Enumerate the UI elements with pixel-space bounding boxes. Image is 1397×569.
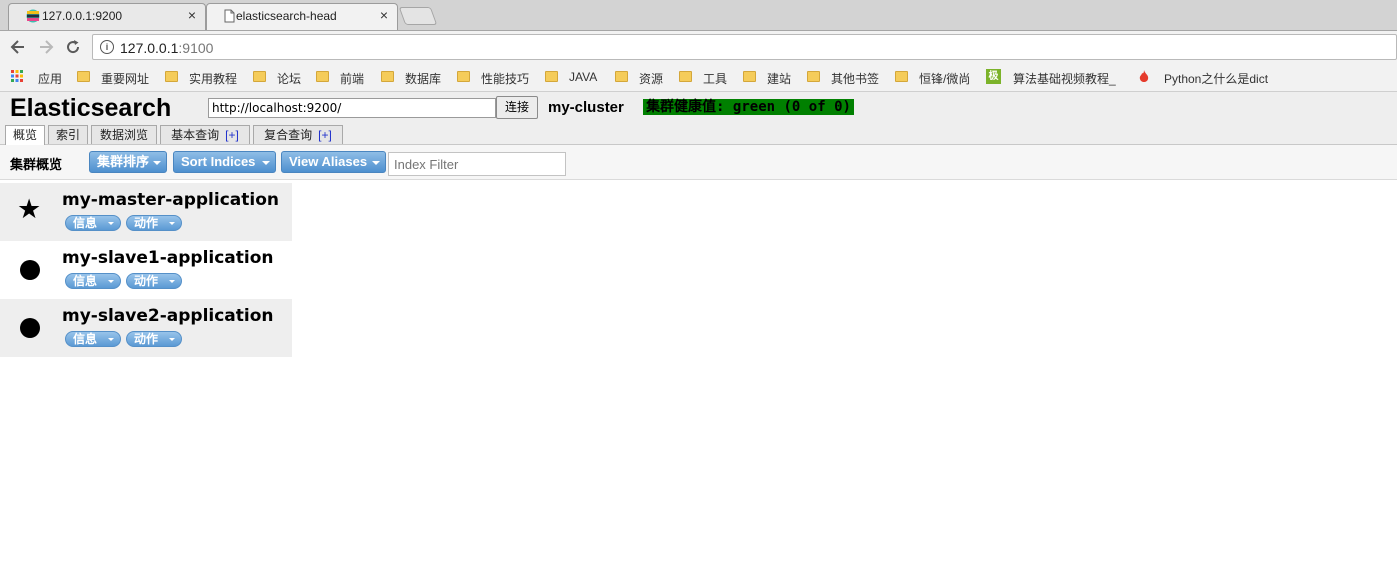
overview-toolbar: 集群概览 集群排序 Sort Indices View Aliases (0, 145, 1397, 180)
browser-tab-title: elasticsearch-head (236, 9, 337, 23)
view-aliases-button[interactable]: View Aliases (281, 151, 386, 173)
tab-browser[interactable]: 数据浏览 (91, 125, 157, 144)
folder-icon (253, 71, 266, 82)
connect-button[interactable]: 连接 (496, 96, 538, 119)
cluster-sort-button[interactable]: 集群排序 (89, 151, 167, 173)
close-icon[interactable]: × (188, 7, 196, 23)
node-name: my-master-application (62, 190, 279, 210)
sort-indices-button[interactable]: Sort Indices (173, 151, 276, 173)
es-head-header: Elasticsearch 连接 my-cluster 集群健康值: green… (0, 92, 1397, 145)
app-title: Elasticsearch (10, 94, 172, 122)
folder-icon (77, 71, 90, 82)
node-info-button[interactable]: 信息 (65, 215, 121, 231)
folder-icon (679, 71, 692, 82)
cluster-name: my-cluster (548, 99, 624, 116)
overview-title: 集群概览 (10, 157, 63, 172)
node-row: my-slave1-application 信息 动作 (0, 241, 292, 299)
flame-icon (1139, 70, 1149, 82)
node-action-button[interactable]: 动作 (126, 273, 182, 289)
document-icon (224, 9, 235, 23)
folder-icon (165, 71, 178, 82)
folder-icon (615, 71, 628, 82)
address-text: 127.0.0.1:9100 (120, 40, 214, 56)
browser-tab-es9200[interactable]: 127.0.0.1:9200 × (8, 3, 206, 30)
address-bar[interactable]: i 127.0.0.1:9100 (92, 34, 1397, 60)
node-row: ★ my-master-application 信息 动作 (0, 183, 292, 241)
caret-down-icon (169, 280, 175, 283)
browser-toolbar: i 127.0.0.1:9100 (0, 31, 1397, 63)
tab-indices[interactable]: 索引 (48, 125, 88, 144)
caret-down-icon (372, 161, 380, 165)
node-name: my-slave2-application (62, 306, 274, 326)
apps-grid-icon[interactable] (11, 70, 23, 82)
folder-icon (457, 71, 470, 82)
folder-icon (743, 71, 756, 82)
tab-compound-query[interactable]: 复合查询 [+] (253, 125, 343, 144)
caret-down-icon (108, 338, 114, 341)
tab-overview[interactable]: 概览 (5, 125, 45, 145)
node-name: my-slave1-application (62, 248, 274, 268)
tab-basic-query[interactable]: 基本查询 [+] (160, 125, 250, 144)
folder-icon (316, 71, 329, 82)
index-filter-input[interactable] (388, 152, 566, 176)
caret-down-icon (169, 222, 175, 225)
forward-arrow-icon[interactable] (36, 37, 56, 57)
info-icon[interactable]: i (100, 40, 114, 54)
browser-tab-strip: 127.0.0.1:9200 × elasticsearch-head × (0, 0, 1397, 31)
node-row: my-slave2-application 信息 动作 (0, 299, 292, 357)
reload-icon[interactable] (63, 37, 83, 57)
browser-tab-title: 127.0.0.1:9200 (42, 9, 123, 23)
folder-icon (807, 71, 820, 82)
close-icon[interactable]: × (380, 7, 388, 23)
caret-down-icon (108, 222, 114, 225)
node-action-button[interactable]: 动作 (126, 215, 182, 231)
dot-icon (20, 260, 40, 280)
back-arrow-icon[interactable] (8, 37, 28, 57)
folder-icon (545, 71, 558, 82)
node-info-button[interactable]: 信息 (65, 331, 121, 347)
folder-icon (895, 71, 908, 82)
elastic-logo-icon (26, 9, 40, 23)
star-icon: ★ (17, 194, 42, 224)
new-tab-button[interactable] (398, 7, 438, 25)
caret-down-icon (169, 338, 175, 341)
folder-icon (381, 71, 394, 82)
dot-icon (20, 318, 40, 338)
node-info-button[interactable]: 信息 (65, 273, 121, 289)
node-action-button[interactable]: 动作 (126, 331, 182, 347)
green-site-icon: 极 (986, 69, 1001, 84)
browser-tab-elasticsearch-head[interactable]: elasticsearch-head × (206, 3, 398, 30)
cluster-health-badge: 集群健康值: green (0 of 0) (643, 99, 854, 115)
caret-down-icon (153, 161, 161, 165)
cluster-url-input[interactable] (208, 98, 496, 118)
caret-down-icon (108, 280, 114, 283)
caret-down-icon (262, 161, 270, 165)
